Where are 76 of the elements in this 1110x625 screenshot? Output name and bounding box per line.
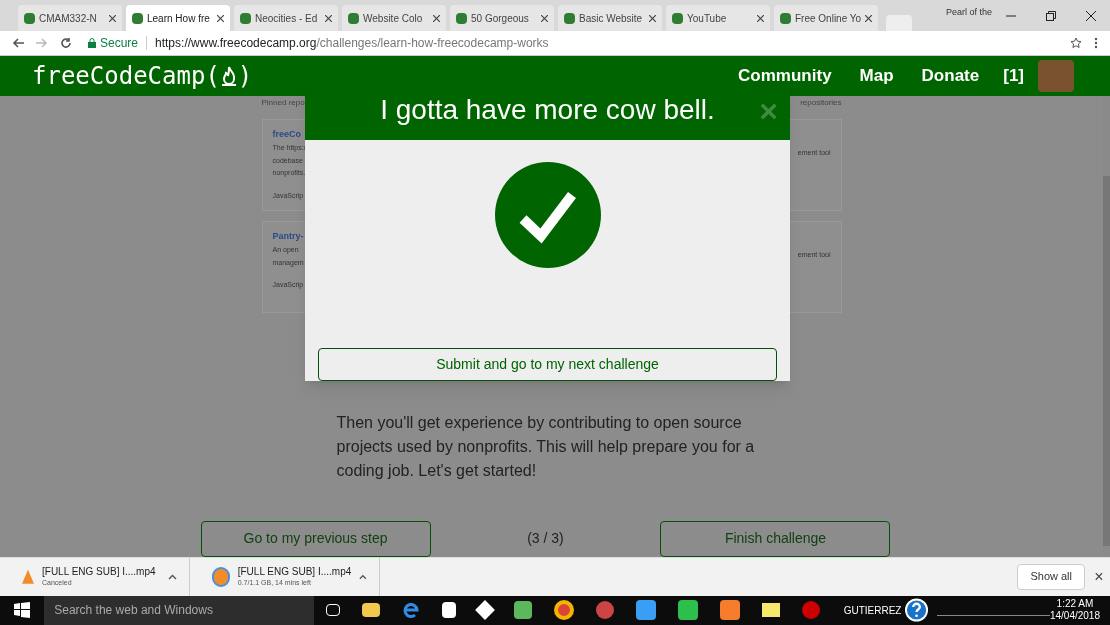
section-heading: repositories xyxy=(800,96,842,109)
tab-title: Website Colo xyxy=(363,11,424,26)
favicon-icon xyxy=(672,12,683,24)
clock-date: 14/04/2018 xyxy=(1049,610,1100,623)
task-view-icon[interactable] xyxy=(325,604,340,617)
secure-label: Secure xyxy=(100,34,139,52)
close-icon[interactable] xyxy=(1086,11,1096,22)
modal-title: I gotta have more cow bell. xyxy=(380,93,715,128)
site-logo[interactable]: freeCodeCamp( ) xyxy=(32,57,253,94)
app-icon[interactable] xyxy=(635,600,656,621)
user-name: GUTIERREZ xyxy=(843,603,902,618)
app-icon[interactable] xyxy=(719,600,740,621)
submit-button[interactable]: Submit and go to my next challenge xyxy=(318,347,777,381)
show-all-button[interactable]: Show all xyxy=(1017,563,1085,590)
back-icon[interactable] xyxy=(12,37,24,48)
reload-icon[interactable] xyxy=(60,36,72,49)
close-icon[interactable] xyxy=(217,14,224,22)
tab-title: Free Online Yo xyxy=(795,11,861,26)
favicon-icon xyxy=(456,12,467,24)
bookmark-star-icon[interactable] xyxy=(1070,36,1082,49)
address-bar[interactable]: Secure https://www.freecodecamp.org/challenges/learn-how-freecodecamp-works xyxy=(84,32,1058,53)
browser-tab[interactable]: CMAM332-N xyxy=(18,5,122,32)
tab-title: 50 Gorgeous xyxy=(471,11,530,26)
favicon-icon xyxy=(348,12,359,24)
lesson-paragraph: Then you'll get experience by contributing to open source projects used by nonprofits. This will help prepare you for a coding job. Let's get started! xyxy=(336,412,756,481)
app-icon[interactable] xyxy=(513,601,532,620)
browser-tab[interactable]: 50 Gorgeous xyxy=(450,5,554,32)
store-icon[interactable] xyxy=(441,602,456,619)
close-icon[interactable] xyxy=(865,14,872,22)
file-name: [FULL ENG SUB] I....mp4 xyxy=(42,565,156,577)
browser-tab[interactable]: Free Online Yo xyxy=(774,5,878,32)
tab-title: Neocities - Ed xyxy=(255,11,319,26)
browser-tab[interactable]: Basic Website xyxy=(558,5,662,32)
favicon-icon xyxy=(564,12,575,24)
close-button[interactable]: × xyxy=(1088,564,1110,589)
browser-tab[interactable]: Website Colo xyxy=(342,5,446,32)
tab-title: Learn How fre xyxy=(147,11,211,26)
nav-link[interactable]: Map xyxy=(859,62,894,89)
points-count: [1] xyxy=(1003,64,1024,87)
favicon-icon xyxy=(24,12,35,24)
tab-title: Basic Website xyxy=(579,11,644,26)
finish-challenge-button[interactable]: Finish challenge xyxy=(660,520,891,557)
close-icon[interactable] xyxy=(433,14,440,22)
help-icon[interactable] xyxy=(905,598,929,623)
notes-icon[interactable] xyxy=(761,603,780,618)
tab-title: CMAM332-N xyxy=(39,11,98,26)
close-icon[interactable] xyxy=(109,14,116,22)
close-icon[interactable] xyxy=(649,14,656,22)
favicon-icon xyxy=(780,12,791,24)
clock-time: 1:22 AM xyxy=(1056,598,1094,611)
app-icon[interactable] xyxy=(677,600,698,621)
download-icon[interactable] xyxy=(801,601,820,620)
browser-tab[interactable]: YouTube xyxy=(666,5,770,32)
search-field[interactable]: Search the web and Windows xyxy=(44,595,314,625)
close-icon[interactable] xyxy=(325,14,332,22)
caret-icon[interactable] xyxy=(168,573,177,580)
close-icon[interactable] xyxy=(541,14,548,22)
favicon-icon xyxy=(132,12,143,24)
close-icon[interactable] xyxy=(757,14,764,22)
folder-icon[interactable] xyxy=(361,603,380,618)
profile-name: Pearl of the xyxy=(946,5,993,19)
file-name: [FULL ENG SUB] I....mp4 xyxy=(237,565,352,577)
nav-link[interactable]: Donate xyxy=(921,62,980,89)
tab-title: YouTube xyxy=(687,11,728,26)
favicon-icon xyxy=(240,12,251,24)
menu-icon[interactable] xyxy=(1094,36,1098,49)
restore-icon[interactable] xyxy=(1046,11,1056,22)
url-text: https://www.freecodecamp.org/challenges/learn-how-freecodecamp-works xyxy=(155,34,549,52)
browser-tab[interactable]: Neocities - Ed xyxy=(234,5,338,32)
lock-icon xyxy=(88,37,96,48)
previous-step-button[interactable]: Go to my previous step xyxy=(200,520,431,557)
caret-icon[interactable] xyxy=(359,573,367,580)
windows-start-icon[interactable] xyxy=(14,602,31,619)
browser-tab[interactable]: Learn How fre xyxy=(126,5,230,32)
step-counter: (3 / 3) xyxy=(527,529,564,549)
checkmark-icon xyxy=(494,161,601,268)
